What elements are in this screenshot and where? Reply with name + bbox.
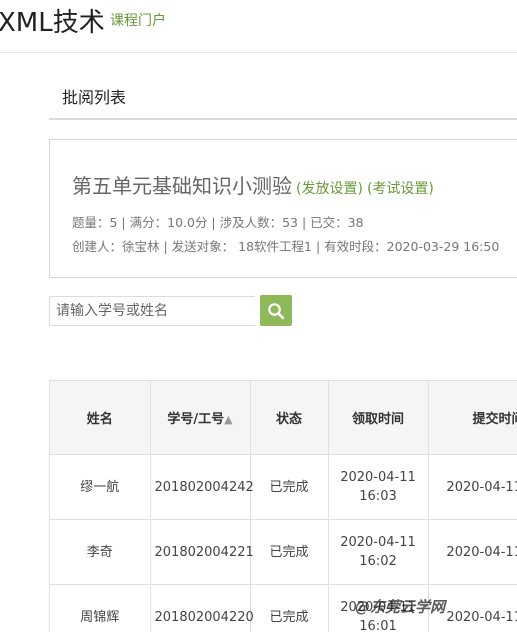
- watermark-logo: @东莞云学网: [355, 596, 445, 617]
- status: 已完成: [250, 520, 328, 585]
- submission-table: 姓名 学号/工号▲ 状态 领取时间 提交时间 ▲ 缪一航 20180200424…: [50, 381, 517, 632]
- col-header-status: 状态: [250, 381, 328, 455]
- submission-table-container[interactable]: 姓名 学号/工号▲ 状态 领取时间 提交时间 ▲ 缪一航 20180200424…: [49, 380, 517, 632]
- submit-time: 2020-04-11 16:24: [428, 520, 517, 585]
- student-id: 201802004220: [150, 585, 250, 632]
- col-header-submit-time[interactable]: 提交时间 ▲: [428, 381, 517, 455]
- status: 已完成: [250, 455, 328, 520]
- search-icon: [267, 302, 285, 320]
- col-header-received-time: 领取时间: [328, 381, 428, 455]
- top-header: XML技术 课程门户: [0, 0, 517, 53]
- table-header-row: 姓名 学号/工号▲ 状态 领取时间 提交时间 ▲: [50, 381, 517, 455]
- course-logo[interactable]: XML技术: [0, 2, 105, 39]
- course-portal-link[interactable]: 课程门户: [110, 10, 166, 30]
- table-row[interactable]: 李奇 201802004221 已完成 2020-04-11 16:02 202…: [50, 520, 517, 585]
- student-id: 201802004242: [150, 455, 250, 520]
- received-time: 2020-04-11 16:02: [328, 520, 428, 585]
- col-header-submit-time-label: 提交时间: [472, 412, 517, 427]
- table-row[interactable]: 周锦辉 201802004220 已完成 2020-04-11 16:01 20…: [50, 585, 517, 632]
- student-id: 201802004221: [150, 520, 250, 585]
- student-name: 李奇: [50, 520, 150, 585]
- search-button[interactable]: [260, 295, 292, 326]
- submit-time: 2020-04-11 16:03: [428, 455, 517, 520]
- release-settings-link[interactable]: (发放设置): [296, 181, 363, 197]
- col-header-student-id[interactable]: 学号/工号▲: [150, 381, 250, 455]
- sort-up-icon[interactable]: ▲: [224, 413, 232, 426]
- quiz-info-panel: 第五单元基础知识小测验(发放设置)(考试设置) 题量：5 | 满分：10.0分 …: [49, 139, 517, 278]
- received-time: 2020-04-11 16:03: [328, 455, 428, 520]
- quiz-title: 第五单元基础知识小测验: [72, 174, 292, 198]
- quiz-title-line: 第五单元基础知识小测验(发放设置)(考试设置): [72, 170, 434, 199]
- student-name: 周锦辉: [50, 585, 150, 632]
- col-header-name: 姓名: [50, 381, 150, 455]
- quiz-details: 创建人：徐宝林 | 发送对象： 18软件工程1 | 有效时段：2020-03-2…: [72, 236, 499, 255]
- quiz-stats: 题量：5 | 满分：10.0分 | 涉及人数：53 | 已交：38: [72, 212, 364, 231]
- student-name: 缪一航: [50, 455, 150, 520]
- title-divider: [49, 118, 517, 120]
- search-input[interactable]: [49, 296, 255, 326]
- table-row[interactable]: 缪一航 201802004242 已完成 2020-04-11 16:03 20…: [50, 455, 517, 520]
- page-title: 批阅列表: [62, 84, 126, 108]
- col-header-student-id-label: 学号/工号: [167, 412, 224, 427]
- exam-settings-link[interactable]: (考试设置): [367, 181, 434, 197]
- status: 已完成: [250, 585, 328, 632]
